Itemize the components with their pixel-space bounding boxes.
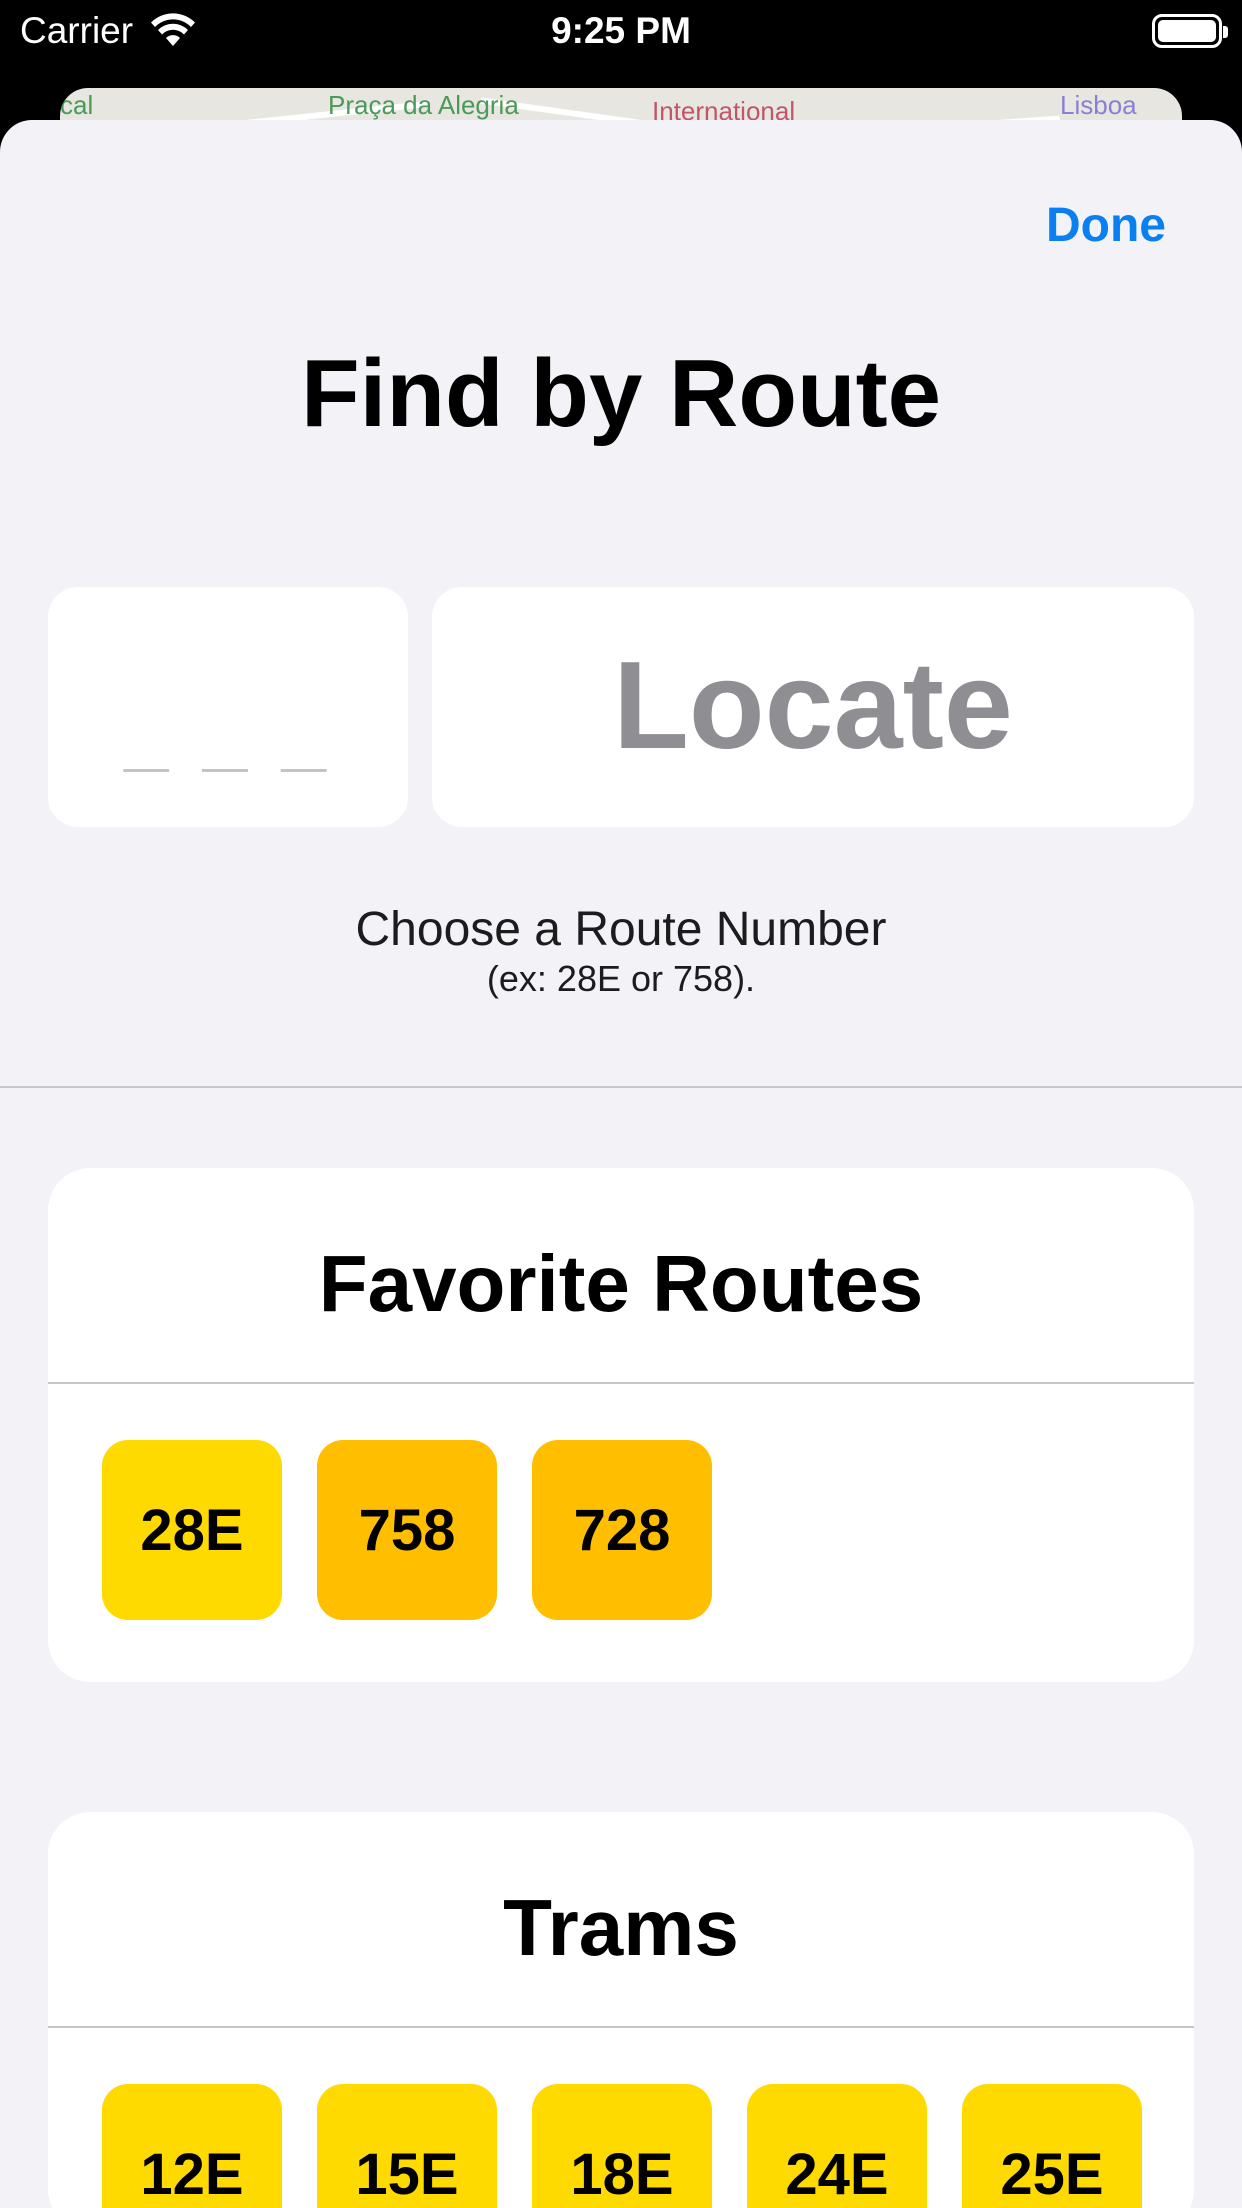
trams-title: Trams <box>503 1883 739 1972</box>
map-label: Praça da Alegria <box>328 90 519 120</box>
favorite-routes-list: 28E 758 728 <box>102 1440 712 1620</box>
card-divider <box>48 1382 1194 1384</box>
route-number-input[interactable]: _ _ _ <box>48 587 408 827</box>
hint-text: Choose a Route Number <box>355 903 887 956</box>
hint-example-text: (ex: 28E or 758). <box>486 958 756 999</box>
trams-card: Trams 12E 15E 18E 24E 25E <box>48 1812 1194 2208</box>
done-button[interactable]: Done <box>1046 196 1166 256</box>
locate-button[interactable]: Locate <box>432 587 1194 827</box>
section-divider <box>0 1086 1242 1088</box>
clock-time: 9:25 PM <box>551 10 691 51</box>
favorite-routes-title: Favorite Routes <box>318 1239 924 1328</box>
locate-button-label: Locate <box>613 637 1013 775</box>
route-chip-18e[interactable]: 18E <box>532 2084 712 2208</box>
battery-icon <box>1152 14 1228 48</box>
route-chip-24e[interactable]: 24E <box>747 2084 927 2208</box>
tram-routes-list: 12E 15E 18E 24E 25E <box>102 2084 1142 2208</box>
route-chip-12e[interactable]: 12E <box>102 2084 282 2208</box>
status-bar: Carrier 9:25 PM <box>0 0 1242 90</box>
page-title: Find by Route <box>301 340 941 447</box>
route-chip-758[interactable]: 758 <box>317 1440 497 1620</box>
map-label: Lisboa <box>1060 90 1137 120</box>
route-chip-28e[interactable]: 28E <box>102 1440 282 1620</box>
route-chip-25e[interactable]: 25E <box>962 2084 1142 2208</box>
route-input-placeholder: _ _ _ <box>124 690 332 779</box>
card-divider <box>48 2026 1194 2028</box>
route-chip-728[interactable]: 728 <box>532 1440 712 1620</box>
map-label: cal <box>60 90 94 120</box>
favorite-routes-card: Favorite Routes 28E 758 728 <box>48 1168 1194 1682</box>
route-finder-sheet: Done Find by Route _ _ _ Locate Choose a… <box>0 120 1242 2208</box>
route-chip-15e[interactable]: 15E <box>317 2084 497 2208</box>
